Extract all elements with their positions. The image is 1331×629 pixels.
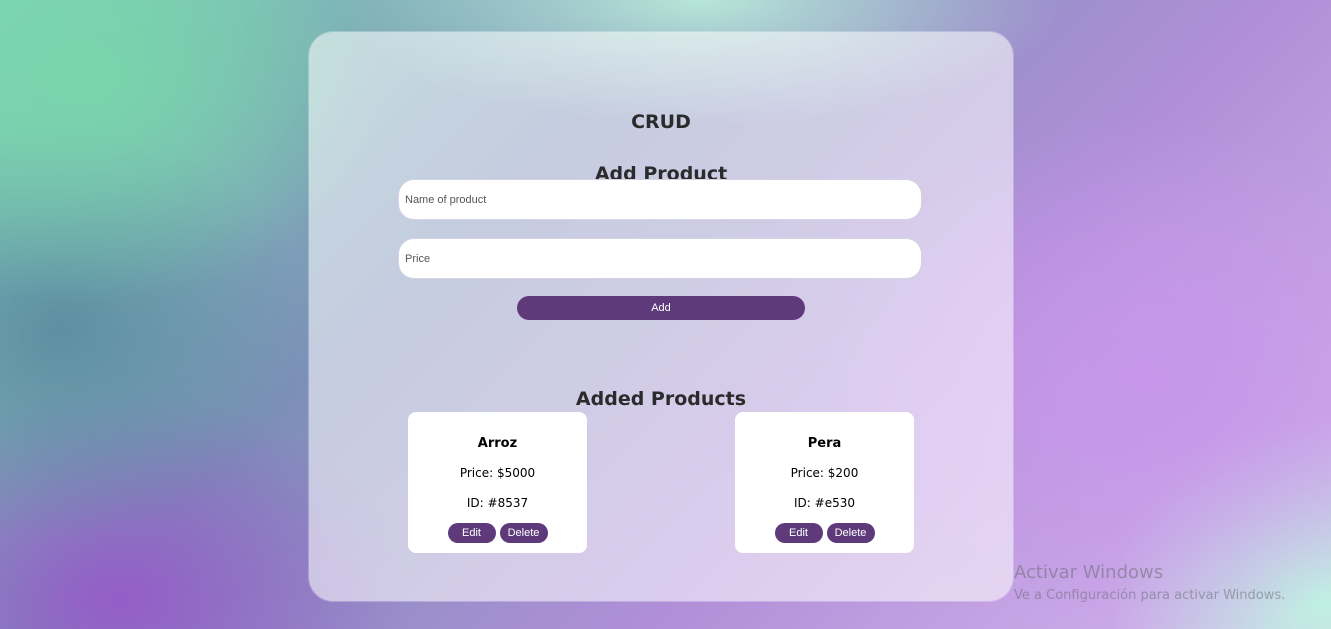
product-name: Arroz	[477, 436, 518, 451]
edit-button[interactable]: Edit	[447, 523, 496, 543]
product-name-input[interactable]	[399, 180, 921, 219]
add-button[interactable]: Add	[517, 296, 805, 320]
product-price-input[interactable]	[399, 239, 921, 278]
page-title: CRUD	[631, 111, 691, 133]
product-id: ID: #e530	[794, 496, 855, 510]
product-id: ID: #8537	[466, 496, 529, 510]
product-price: Price: $5000	[459, 466, 536, 480]
product-price-field[interactable]	[398, 238, 922, 279]
watermark-subtitle: Ve a Configuración para activar Windows.	[1014, 588, 1286, 603]
edit-button[interactable]: Edit	[774, 523, 823, 543]
watermark-title: Activar Windows	[1014, 562, 1164, 583]
delete-button[interactable]: Delete	[826, 523, 875, 543]
product-name-field[interactable]	[398, 179, 922, 220]
product-price: Price: $200	[790, 466, 859, 480]
product-actions: Edit Delete	[408, 523, 587, 543]
crud-panel: CRUD Add Product Add Added Products Arro…	[309, 32, 1013, 601]
product-name: Pera	[807, 436, 842, 451]
delete-button[interactable]: Delete	[499, 523, 548, 543]
product-card-arroz: Arroz Price: $5000 ID: #8537 Edit Delete	[408, 412, 587, 553]
windows-activation-watermark: Activar Windows Ve a Configuración para …	[1014, 562, 1285, 606]
added-products-heading: Added Products	[575, 388, 747, 410]
product-card-pera: Pera Price: $200 ID: #e530 Edit Delete	[735, 412, 914, 553]
product-actions: Edit Delete	[735, 523, 914, 543]
